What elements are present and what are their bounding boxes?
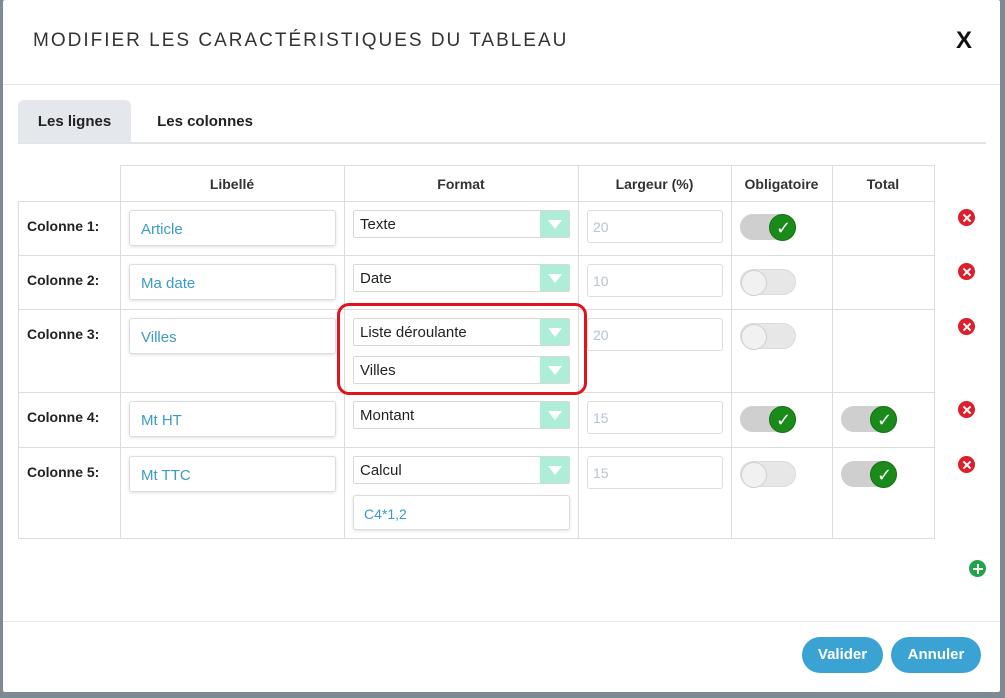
format-select-value: Date <box>360 270 392 287</box>
format-select-value: Calcul <box>360 462 402 479</box>
dialog-title: MODIFIER LES CARACTÉRISTIQUES DU TABLEAU <box>33 30 569 51</box>
check-icon: ✓ <box>877 410 893 430</box>
obligatoire-toggle[interactable]: ✓ <box>740 406 796 433</box>
toggle-knob: ✓ <box>741 462 767 488</box>
obligatoire-toggle[interactable]: ✓ <box>740 269 796 296</box>
chevron-down-icon <box>540 402 569 428</box>
modal-dialog: MODIFIER LES CARACTÉRISTIQUES DU TABLEAU… <box>3 0 1000 692</box>
obligatoire-toggle[interactable]: ✓ <box>740 323 796 350</box>
check-icon: ✓ <box>776 410 792 430</box>
divider <box>3 84 1000 85</box>
highlight-annotation <box>337 303 587 395</box>
total-toggle[interactable]: ✓ <box>841 461 897 488</box>
obligatoire-toggle[interactable]: ✓ <box>740 461 796 488</box>
chevron-down-icon <box>540 265 569 291</box>
divider <box>3 621 1000 622</box>
total-toggle[interactable]: ✓ <box>841 406 897 433</box>
chevron-down-icon <box>540 457 569 483</box>
tab-les-colonnes[interactable]: Les colonnes <box>138 100 272 143</box>
column-header-total: Total <box>866 176 900 192</box>
obligatoire-toggle[interactable]: ✓ <box>740 214 796 241</box>
toggle-knob: ✓ <box>741 324 767 350</box>
chevron-down-icon <box>540 211 569 237</box>
toggle-knob: ✓ <box>870 406 897 433</box>
libelle-input[interactable]: Article <box>129 210 336 246</box>
row-label: Colonne 3: <box>27 326 100 342</box>
add-row-icon[interactable] <box>969 560 986 577</box>
toggle-knob: ✓ <box>769 406 796 433</box>
largeur-input[interactable]: 10 <box>587 264 723 297</box>
largeur-input[interactable]: 20 <box>587 210 723 243</box>
valider-button[interactable]: Valider <box>802 637 883 673</box>
close-button[interactable]: X <box>953 27 975 55</box>
column-header-format: Format <box>437 176 485 192</box>
largeur-input[interactable]: 20 <box>587 318 723 351</box>
delete-row-icon[interactable] <box>958 456 975 473</box>
toggle-knob: ✓ <box>741 270 767 296</box>
column-header-obligatoire: Obligatoire <box>744 176 819 192</box>
largeur-input[interactable]: 15 <box>587 456 723 489</box>
delete-row-icon[interactable] <box>958 318 975 335</box>
toggle-knob: ✓ <box>769 214 796 241</box>
delete-row-icon[interactable] <box>958 209 975 226</box>
delete-row-icon[interactable] <box>958 401 975 418</box>
largeur-input[interactable]: 15 <box>587 401 723 434</box>
formula-input[interactable]: C4*1,2 <box>353 495 570 530</box>
tab-bar: Les lignes Les colonnes <box>18 100 986 144</box>
delete-row-icon[interactable] <box>958 263 975 280</box>
column-header-largeur: Largeur (%) <box>615 176 694 192</box>
libelle-input[interactable]: Villes <box>129 318 336 354</box>
toggle-knob: ✓ <box>870 461 897 488</box>
format-select[interactable]: Calcul <box>353 456 570 484</box>
format-select-value: Montant <box>360 407 415 424</box>
check-icon: ✓ <box>776 218 792 238</box>
format-select[interactable]: Date <box>353 264 570 292</box>
row-label: Colonne 2: <box>27 272 100 288</box>
row-label: Colonne 4: <box>27 409 100 425</box>
format-select[interactable]: Montant <box>353 401 570 429</box>
format-select-value: Texte <box>360 216 396 233</box>
tab-les-lignes[interactable]: Les lignes <box>18 100 131 143</box>
column-header-libelle: Libellé <box>209 176 255 192</box>
annuler-button[interactable]: Annuler <box>891 637 981 673</box>
check-icon: ✓ <box>877 465 893 485</box>
format-select[interactable]: Texte <box>353 210 570 238</box>
row-label: Colonne 1: <box>27 218 100 234</box>
libelle-input[interactable]: Mt TTC <box>129 456 336 492</box>
libelle-input[interactable]: Mt HT <box>129 401 336 437</box>
row-label: Colonne 5: <box>27 464 100 480</box>
libelle-input[interactable]: Ma date <box>129 264 336 300</box>
